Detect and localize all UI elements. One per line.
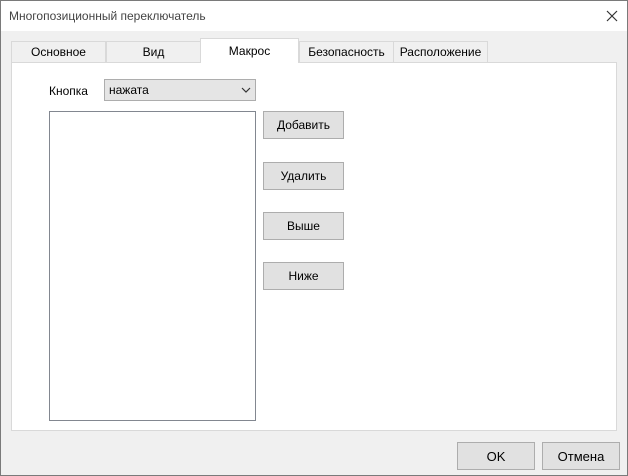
cancel-button[interactable]: Отмена <box>542 442 620 470</box>
title-bar: Многопозиционный переключатель <box>1 1 627 31</box>
add-button[interactable]: Добавить <box>263 111 344 139</box>
move-down-button[interactable]: Ниже <box>263 262 344 290</box>
button-state-value: нажата <box>109 83 149 97</box>
tab-view[interactable]: Вид <box>106 41 201 62</box>
close-button[interactable] <box>597 1 627 31</box>
move-up-button[interactable]: Выше <box>263 212 344 240</box>
tab-general[interactable]: Основное <box>11 41 106 62</box>
tab-bar: Основное Вид Макрос Безопасность Располо… <box>11 38 617 63</box>
close-icon <box>606 10 618 22</box>
button-state-select[interactable]: нажата <box>104 79 256 101</box>
chevron-down-icon <box>241 87 251 93</box>
tab-security[interactable]: Безопасность <box>299 41 394 62</box>
window-title: Многопозиционный переключатель <box>9 9 206 23</box>
tab-location[interactable]: Расположение <box>393 41 488 62</box>
tab-panel-macro: Кнопка нажата Добавить Удалить Выше Ниже <box>11 62 617 431</box>
macro-list[interactable] <box>49 111 256 421</box>
button-label: Кнопка <box>49 84 88 98</box>
ok-button[interactable]: OK <box>457 442 535 470</box>
dialog-window: Многопозиционный переключатель Основное … <box>0 0 628 476</box>
tab-macro[interactable]: Макрос <box>200 38 299 63</box>
remove-button[interactable]: Удалить <box>263 162 344 190</box>
